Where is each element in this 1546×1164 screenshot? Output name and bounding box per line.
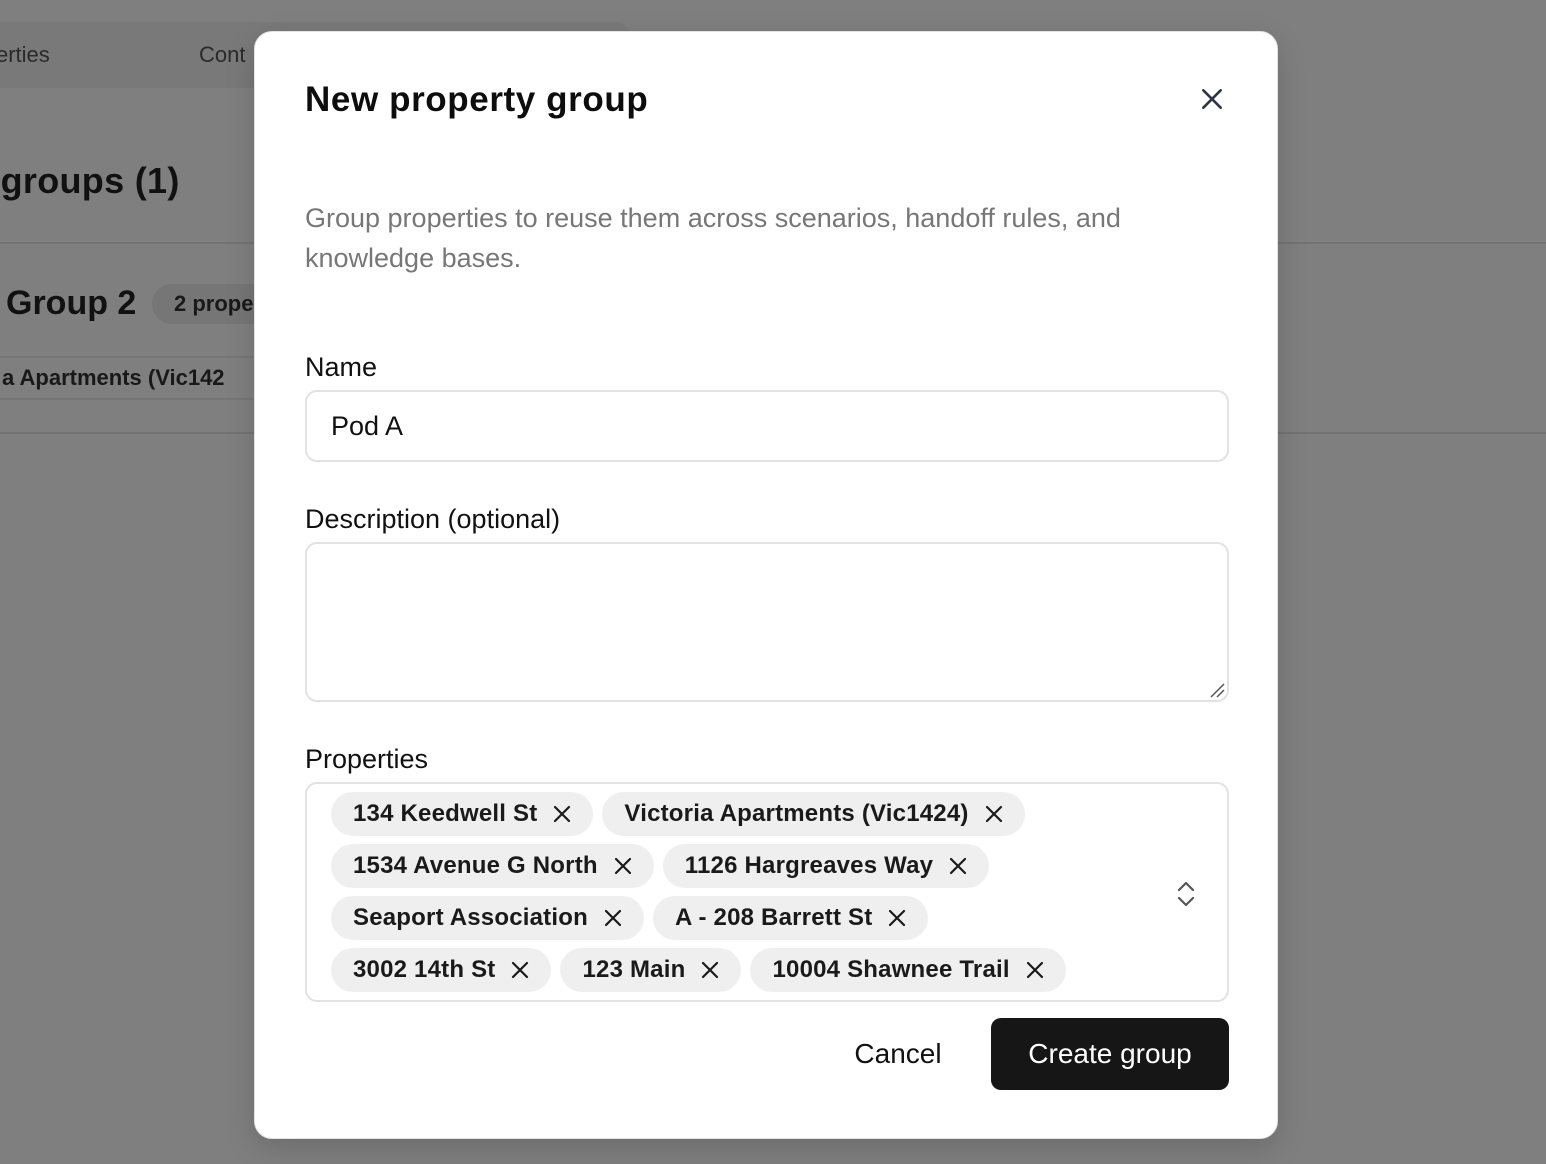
property-chip: 123 Main	[560, 948, 742, 992]
property-chip-label: 1534 Avenue G North	[353, 852, 598, 879]
close-icon	[1202, 89, 1222, 109]
new-property-group-dialog: New property group Group properties to r…	[254, 31, 1278, 1139]
properties-field-label: Properties	[305, 744, 429, 774]
remove-icon	[554, 805, 571, 823]
property-chip-label: A - 208 Barrett St	[674, 904, 873, 931]
remove-property-button[interactable]	[602, 907, 624, 929]
close-button[interactable]	[1195, 82, 1229, 116]
description-field-label: Description (optional)	[305, 504, 561, 534]
remove-property-button[interactable]	[947, 855, 969, 877]
property-chip-label: Seaport Association	[353, 904, 588, 931]
properties-multiselect[interactable]: 134 Keedwell St Victoria Apartments (Vic…	[305, 782, 1229, 1002]
property-chip-label: 134 Keedwell St	[353, 800, 538, 827]
create-group-button[interactable]: Create group	[991, 1018, 1229, 1090]
remove-property-button[interactable]	[699, 959, 721, 981]
property-chip: 134 Keedwell St	[331, 792, 594, 836]
remove-icon	[985, 805, 1002, 823]
properties-dropdown-toggle[interactable]	[1171, 876, 1201, 912]
property-chip: 3002 14th St	[331, 948, 552, 992]
remove-icon	[950, 857, 967, 875]
remove-icon	[604, 909, 622, 927]
remove-icon	[614, 857, 631, 875]
app-page: erties Cont y groups (1) Group 2 2 prope…	[0, 0, 1546, 1164]
remove-property-button[interactable]	[551, 803, 573, 825]
property-chip-label: Victoria Apartments (Vic1424)	[624, 800, 969, 827]
property-chip-label: 10004 Shawnee Trail	[772, 956, 1010, 983]
property-chip: A - 208 Barrett St	[652, 896, 929, 940]
property-chip-label: 1126 Hargreaves Way	[684, 852, 934, 879]
resize-handle-icon[interactable]	[1209, 682, 1225, 698]
property-chip: 10004 Shawnee Trail	[750, 948, 1066, 992]
property-chip: Victoria Apartments (Vic1424)	[602, 792, 1025, 836]
description-textarea[interactable]	[305, 542, 1229, 702]
remove-icon	[1026, 961, 1043, 979]
property-chip: 1126 Hargreaves Way	[662, 844, 990, 888]
remove-property-button[interactable]	[509, 959, 531, 981]
remove-icon	[702, 961, 719, 979]
name-field-label: Name	[305, 352, 378, 382]
property-chip-label: 123 Main	[582, 956, 686, 983]
chevron-up-down-icon	[1177, 881, 1195, 907]
remove-property-button[interactable]	[983, 803, 1005, 825]
cancel-button[interactable]: Cancel	[825, 1018, 971, 1090]
remove-property-button[interactable]	[612, 855, 634, 877]
property-chip: 1534 Avenue G North	[331, 844, 654, 888]
name-input[interactable]	[305, 390, 1229, 462]
remove-property-button[interactable]	[1024, 959, 1046, 981]
dialog-description: Group properties to reuse them across sc…	[305, 203, 1121, 273]
property-chip: Seaport Association	[331, 896, 644, 940]
property-chip-label: 3002 14th St	[353, 956, 496, 983]
selected-properties-list: 134 Keedwell St Victoria Apartments (Vic…	[331, 792, 1131, 992]
remove-property-button[interactable]	[886, 907, 908, 929]
remove-icon	[889, 909, 906, 927]
remove-icon	[512, 961, 529, 979]
dialog-title: New property group	[305, 80, 649, 119]
